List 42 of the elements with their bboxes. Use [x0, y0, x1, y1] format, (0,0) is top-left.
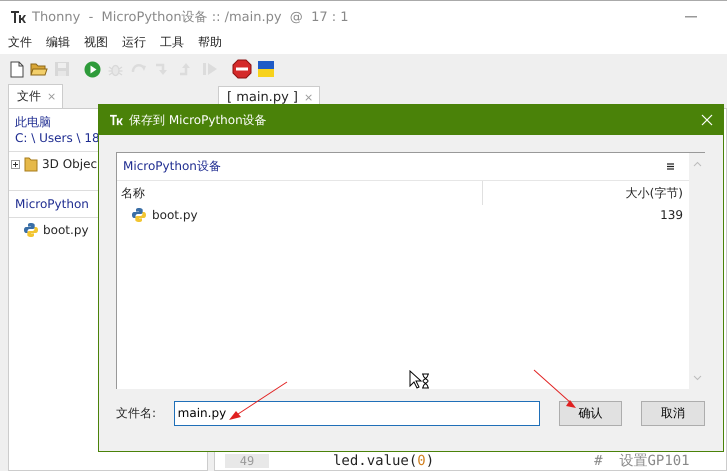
confirm-button[interactable]: 确认 — [558, 400, 622, 426]
close-icon[interactable] — [701, 114, 713, 126]
code-line: led.value(0) — [333, 452, 434, 468]
annotation-arrow — [227, 381, 289, 421]
cancel-button[interactable]: 取消 — [641, 400, 705, 426]
menu-item[interactable]: 帮助 — [198, 34, 222, 50]
app-logo-icon — [10, 10, 26, 24]
file-size: 139 — [659, 208, 684, 222]
file-name[interactable]: boot.py — [152, 208, 198, 222]
menu-item[interactable]: 编辑 — [46, 34, 70, 50]
scroll-up-icon[interactable] — [692, 161, 702, 167]
new-file-icon[interactable] — [10, 60, 24, 78]
annotation-arrow — [533, 369, 577, 409]
device-header: MicroPython — [15, 196, 90, 212]
dialog-title: 保存到 MicroPython设备 — [129, 112, 267, 128]
scroll-down-icon[interactable] — [692, 375, 702, 381]
python-file-icon — [131, 207, 147, 223]
python-file-icon — [23, 222, 39, 238]
code-comment: # 设置GP101 — [594, 452, 690, 470]
app-logo-icon — [109, 114, 123, 126]
folder-name[interactable]: 3D Objec — [42, 157, 98, 171]
file-name[interactable]: boot.py — [43, 223, 89, 237]
column-header[interactable]: 名称 — [117, 181, 483, 205]
folder-icon[interactable] — [30, 62, 48, 76]
menu-item[interactable]: 运行 — [122, 34, 146, 50]
menu-icon[interactable] — [667, 163, 674, 170]
filename-label: 文件名: — [116, 404, 158, 422]
expand-icon[interactable] — [11, 160, 20, 168]
files-tab[interactable]: 文件 × — [8, 84, 64, 108]
location-label: MicroPython设备 — [123, 158, 221, 175]
menu-item[interactable]: 视图 — [84, 34, 108, 50]
window-title: Thonny - MicroPython设备 :: /main.py @ 17 : 1 — [32, 8, 349, 26]
flag-icon[interactable] — [258, 61, 274, 77]
minimize-icon[interactable] — [685, 16, 697, 18]
folder-icon — [24, 156, 38, 172]
run-icon[interactable] — [84, 60, 101, 78]
column-header[interactable]: 大小(字节) — [483, 184, 689, 202]
stop-icon[interactable] — [232, 59, 252, 79]
line-number: 49 — [225, 454, 269, 468]
menu-item[interactable]: 文件 — [8, 34, 32, 50]
menu-item[interactable]: 工具 — [160, 34, 184, 50]
filename-field[interactable]: main.py — [174, 400, 540, 426]
